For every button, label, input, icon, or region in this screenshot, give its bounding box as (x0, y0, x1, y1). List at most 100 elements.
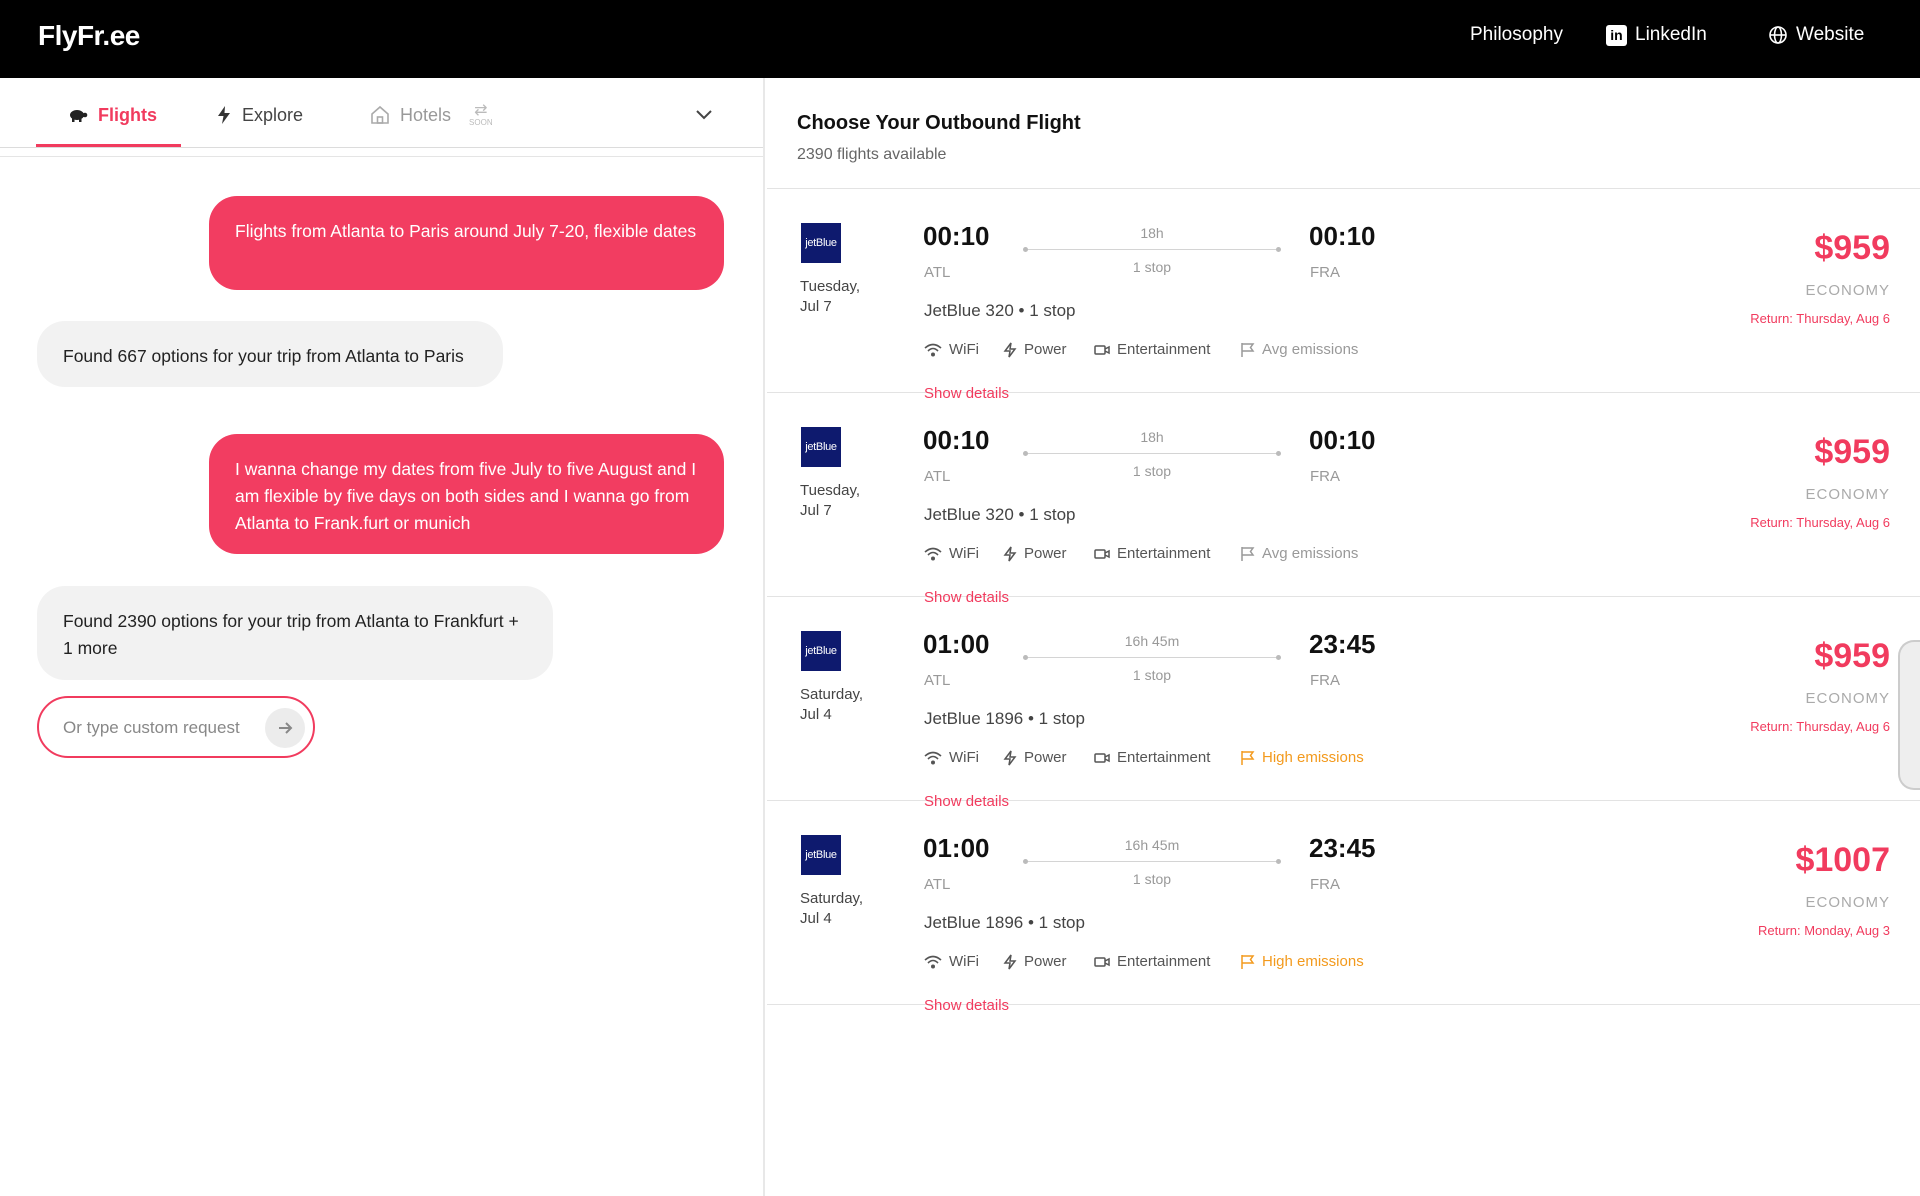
wifi-icon (924, 547, 942, 561)
stops-count: 1 stop (1132, 463, 1172, 479)
lightning-icon (218, 106, 230, 124)
departure-date-value: Jul 7 (800, 298, 832, 315)
flag-icon (1241, 546, 1255, 561)
stops-count: 1 stop (1132, 871, 1172, 887)
route-start-dot (1023, 247, 1028, 252)
tab-hotels[interactable]: Hotels ⇄ SOON (370, 100, 493, 130)
power-icon (1003, 342, 1017, 357)
side-handle[interactable] (1898, 640, 1920, 790)
flight-price: $959 (1814, 433, 1890, 471)
return-date: Return: Thursday, Aug 6 (1750, 515, 1890, 530)
amenity-wifi: WiFi (924, 953, 979, 970)
departure-airport: ATL (924, 264, 951, 281)
flight-duration: 16h 45m (1124, 633, 1180, 649)
flight-number: JetBlue 1896 • 1 stop (924, 709, 1085, 728)
bot-message: Found 667 options for your trip from Atl… (37, 321, 503, 387)
tab-explore-label: Explore (242, 104, 304, 125)
flight-card[interactable]: jetBlue Saturday, Jul 4 01:00 ATL 16h 45… (767, 801, 1920, 1014)
swap-arrows-icon: ⇄ (474, 102, 488, 119)
cabin-class: ECONOMY (1805, 690, 1890, 707)
emissions-badge: High emissions (1240, 953, 1364, 970)
bot-message: Found 2390 options for your trip from At… (37, 586, 553, 680)
airline-logo: jetBlue (801, 631, 841, 671)
stops-count: 1 stop (1132, 259, 1172, 275)
nav-website-link[interactable]: Website (1768, 24, 1864, 46)
video-icon (1094, 956, 1110, 967)
nav-website-label: Website (1796, 24, 1865, 45)
route-start-dot (1023, 859, 1028, 864)
wifi-icon (924, 751, 942, 765)
amenity-wifi-label: WiFi (949, 953, 979, 970)
tab-flights[interactable]: Flights (66, 100, 157, 130)
flight-card[interactable]: jetBlue Tuesday, Jul 7 00:10 ATL 18h 1 s… (767, 189, 1920, 402)
amenity-power: Power (1003, 545, 1067, 562)
power-icon (1003, 750, 1017, 765)
app-logo[interactable]: FlyFr.ee (38, 20, 140, 52)
nav-philosophy-link[interactable]: Philosophy (1470, 24, 1563, 46)
chevron-down-icon[interactable] (692, 102, 716, 126)
soon-badge: ⇄ SOON (469, 103, 493, 127)
amenity-entertainment-label: Entertainment (1117, 749, 1211, 766)
airline-logo: jetBlue (801, 223, 841, 263)
departure-time: 00:10 (923, 425, 990, 455)
arrival-time: 00:10 (1309, 221, 1376, 251)
amenity-wifi-label: WiFi (949, 545, 979, 562)
amenity-entertainment-label: Entertainment (1117, 953, 1211, 970)
home-icon (371, 105, 389, 124)
globe-icon (1769, 26, 1787, 44)
route-line (1023, 859, 1281, 864)
route-start-dot (1023, 451, 1028, 456)
show-details-link[interactable]: Show details (924, 997, 1009, 1014)
cabin-class: ECONOMY (1805, 486, 1890, 503)
departure-date: Tuesday, Jul 7 (800, 277, 890, 317)
amenity-wifi-label: WiFi (949, 749, 979, 766)
emissions-badge: Avg emissions (1240, 341, 1358, 358)
departure-time: 01:00 (923, 833, 990, 863)
arrival-airport: FRA (1310, 264, 1340, 281)
cabin-class: ECONOMY (1805, 894, 1890, 911)
amenity-entertainment: Entertainment (1094, 545, 1210, 562)
route-end-dot (1276, 247, 1281, 252)
flight-duration: 18h (1140, 225, 1164, 241)
departure-day: Saturday, (800, 890, 864, 907)
departure-date-value: Jul 4 (800, 706, 832, 723)
route-line (1023, 655, 1281, 660)
nav-linkedin-link[interactable]: in LinkedIn (1606, 24, 1707, 46)
arrow-right-icon (279, 722, 293, 734)
power-icon (1003, 954, 1017, 969)
arrival-time: 00:10 (1309, 425, 1376, 455)
results-panel: Choose Your Outbound Flight 2390 flights… (767, 78, 1920, 1196)
send-button[interactable] (265, 708, 305, 748)
flight-card[interactable]: jetBlue Tuesday, Jul 7 00:10 ATL 18h 1 s… (767, 393, 1920, 606)
tab-explore[interactable]: Explore (216, 100, 303, 130)
power-icon (1003, 546, 1017, 561)
departure-date-value: Jul 4 (800, 910, 832, 927)
custom-request-input[interactable] (63, 716, 255, 740)
amenity-wifi-label: WiFi (949, 341, 979, 358)
arrival-time: 23:45 (1309, 629, 1376, 659)
return-date: Return: Thursday, Aug 6 (1750, 719, 1890, 734)
amenity-power: Power (1003, 953, 1067, 970)
flight-duration: 18h (1140, 429, 1164, 445)
flight-number: JetBlue 1896 • 1 stop (924, 913, 1085, 932)
tab-flights-label: Flights (98, 104, 157, 125)
route-start-dot (1023, 655, 1028, 660)
amenity-entertainment: Entertainment (1094, 749, 1210, 766)
arrival-airport: FRA (1310, 672, 1340, 689)
airline-logo: jetBlue (801, 427, 841, 467)
top-bar: FlyFr.ee Philosophy in LinkedIn Website (0, 0, 1920, 78)
tab-bar: Flights Explore Hotels ⇄ SOON (0, 78, 763, 157)
amenity-entertainment: Entertainment (1094, 341, 1210, 358)
route-end-dot (1276, 859, 1281, 864)
amenity-entertainment-label: Entertainment (1117, 545, 1211, 562)
amenity-power: Power (1003, 341, 1067, 358)
departure-date: Saturday, Jul 4 (800, 889, 890, 929)
amenity-wifi: WiFi (924, 341, 979, 358)
user-message: I wanna change my dates from five July t… (209, 434, 724, 554)
arrival-airport: FRA (1310, 876, 1340, 893)
return-date: Return: Thursday, Aug 6 (1750, 311, 1890, 326)
flight-card[interactable]: jetBlue Saturday, Jul 4 01:00 ATL 16h 45… (767, 597, 1920, 810)
amenity-power-label: Power (1024, 341, 1067, 358)
nav-linkedin-label: LinkedIn (1635, 24, 1707, 45)
active-tab-indicator (36, 144, 181, 147)
